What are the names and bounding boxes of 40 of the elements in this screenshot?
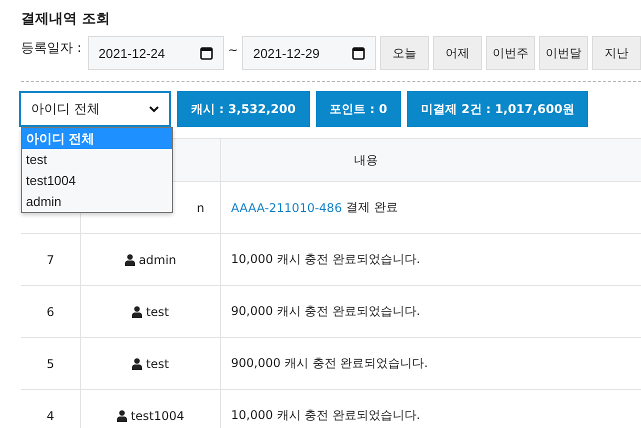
log-message: 90,000 캐시 충전 완료되었습니다. [231, 303, 420, 320]
calendar-icon[interactable] [200, 46, 214, 60]
user-id: test [146, 356, 170, 370]
period-button[interactable]: 이번달 [539, 36, 588, 70]
log-message: 10,000 캐시 충전 완료되었습니다. [231, 251, 420, 268]
date-field[interactable]: 2021-12-24 [88, 36, 224, 70]
user-id: test1004 [130, 408, 184, 422]
user-icon [132, 306, 142, 318]
log-message: 10,000 캐시 충전 완료되었습니다. [231, 407, 420, 424]
period-button[interactable]: 오늘 [380, 36, 429, 70]
user-icon [124, 254, 135, 266]
period-button[interactable]: 이번주 [486, 36, 535, 70]
row-number: 7 [46, 252, 54, 266]
date-label: 등록일자 : [21, 40, 82, 57]
order-link[interactable]: AAAA-211010-486 [231, 200, 342, 214]
summary-button[interactable]: 포인트 : 0 [316, 91, 402, 127]
range-separator: ~ [228, 43, 238, 57]
user-id: n [196, 200, 204, 214]
row-number: 5 [46, 356, 54, 370]
dropdown-option[interactable]: test [22, 149, 172, 170]
user-id: admin [138, 252, 176, 266]
user-icon [132, 358, 142, 370]
row-number: 4 [46, 408, 54, 422]
user-id: test [146, 304, 170, 318]
period-button[interactable]: 어제 [433, 36, 482, 70]
dropdown-option[interactable]: admin [22, 191, 172, 212]
page-title: 결제내역 조회 [20, 10, 111, 29]
user-icon [116, 410, 127, 422]
period-button[interactable]: 지난 [592, 36, 641, 70]
summary-button[interactable]: 미결제 2건 : 1,017,600원 [407, 91, 588, 127]
row-number: 6 [46, 304, 54, 318]
dropdown-option[interactable]: test1004 [22, 170, 172, 191]
calendar-icon[interactable] [352, 46, 365, 60]
log-message: 900,000 캐시 충전 완료되었습니다. [231, 355, 428, 372]
header-cell-text: 내용 [353, 152, 379, 168]
log-message: 결제 완료 [346, 199, 398, 216]
date-field[interactable]: 2021-12-29 [242, 36, 376, 70]
id-select[interactable]: 아이디 전체 [19, 91, 171, 127]
chevron-icon [149, 106, 159, 112]
summary-button[interactable]: 캐시 : 3,532,200 [177, 91, 310, 127]
